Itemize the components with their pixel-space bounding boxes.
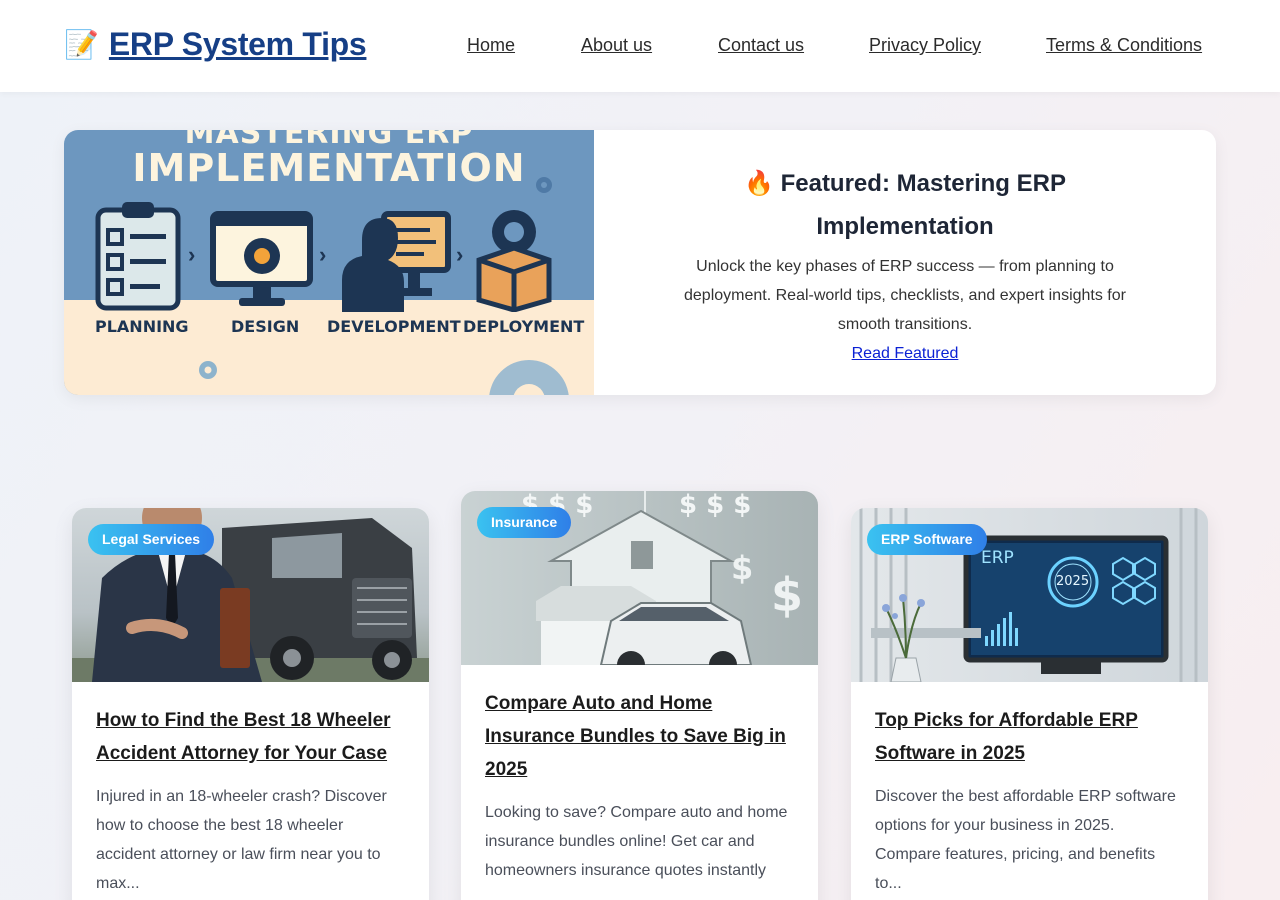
arrow-icon: › — [319, 242, 327, 267]
card-title-link[interactable]: Top Picks for Affordable ERP Software in… — [875, 704, 1184, 770]
clipboard-icon — [95, 202, 181, 311]
card-title-link[interactable]: How to Find the Best 18 Wheeler Accident… — [96, 704, 405, 770]
gear-icon — [199, 361, 217, 379]
nav-contact-us[interactable]: Contact us — [718, 35, 804, 56]
card-title-link[interactable]: Compare Auto and Home Insurance Bundles … — [485, 687, 794, 786]
featured-post: MASTERING ERP IMPLEMENTATION › › › PLANN… — [64, 130, 1216, 395]
erp-screen-label: ERP — [981, 548, 1014, 568]
nav-terms-conditions[interactable]: Terms & Conditions — [1046, 35, 1202, 56]
gear-icon — [489, 360, 569, 395]
package-gear-icon — [476, 210, 552, 312]
nav-about-us[interactable]: About us — [581, 35, 652, 56]
year-screen-label: 2025 — [1056, 574, 1090, 589]
arrow-icon: › — [188, 242, 196, 267]
featured-content: 🔥 Featured: Mastering ERP Implementation… — [594, 130, 1216, 395]
category-badge[interactable]: Legal Services — [88, 524, 215, 555]
category-badge[interactable]: ERP Software — [867, 524, 987, 555]
svg-text:$ $ $: $ $ $ — [679, 491, 751, 520]
card-excerpt: Discover the best affordable ERP softwar… — [875, 788, 1176, 892]
svg-text:$: $ — [771, 568, 803, 622]
card-image[interactable]: ERP 2025 ERP Software — [851, 508, 1208, 682]
image-heading-main: IMPLEMENTATION — [132, 146, 526, 190]
nav-privacy-policy[interactable]: Privacy Policy — [869, 35, 981, 56]
featured-title: 🔥 Featured: Mastering ERP Implementation — [744, 170, 1066, 240]
card-image[interactable]: $ $ $ $ $ $ $ $ $ Insurance — [461, 491, 818, 665]
phase-label: DEPLOYMENT — [463, 317, 585, 336]
site-title[interactable]: ERP System Tips — [109, 26, 367, 63]
phase-label: PLANNING — [95, 317, 189, 336]
svg-text:$: $ — [731, 549, 753, 587]
post-card: Legal Services How to Find the Best 18 W… — [72, 508, 429, 900]
main-nav: Home About us Contact us Privacy Policy … — [467, 35, 1202, 59]
site-logo-link[interactable]: 📝 ERP System Tips — [64, 26, 367, 63]
card-excerpt: Looking to save? Compare auto and home i… — [485, 804, 788, 879]
arrow-icon: › — [456, 242, 464, 267]
phase-label: DEVELOPMENT — [327, 317, 461, 336]
phase-label: DESIGN — [231, 317, 300, 336]
featured-description: Unlock the key phases of ERP success — f… — [684, 258, 1126, 333]
monitor-gear-icon — [210, 211, 313, 306]
post-card: ERP 2025 ERP Software Top Picks for Affo… — [851, 508, 1208, 900]
read-featured-link[interactable]: Read Featured — [852, 339, 959, 368]
gear-icon — [536, 177, 552, 193]
post-card: $ $ $ $ $ $ $ $ $ Insurance Compare Auto… — [461, 491, 818, 900]
category-badge[interactable]: Insurance — [477, 507, 572, 538]
site-header: 📝 ERP System Tips Home About us Contact … — [0, 0, 1280, 92]
card-image[interactable]: Legal Services — [72, 508, 429, 682]
nav-home[interactable]: Home — [467, 35, 515, 56]
card-excerpt: Injured in an 18-wheeler crash? Discover… — [96, 788, 387, 892]
featured-image[interactable]: MASTERING ERP IMPLEMENTATION › › › PLANN… — [64, 130, 594, 395]
developer-icon — [342, 211, 451, 312]
memo-icon: 📝 — [64, 28, 99, 60]
